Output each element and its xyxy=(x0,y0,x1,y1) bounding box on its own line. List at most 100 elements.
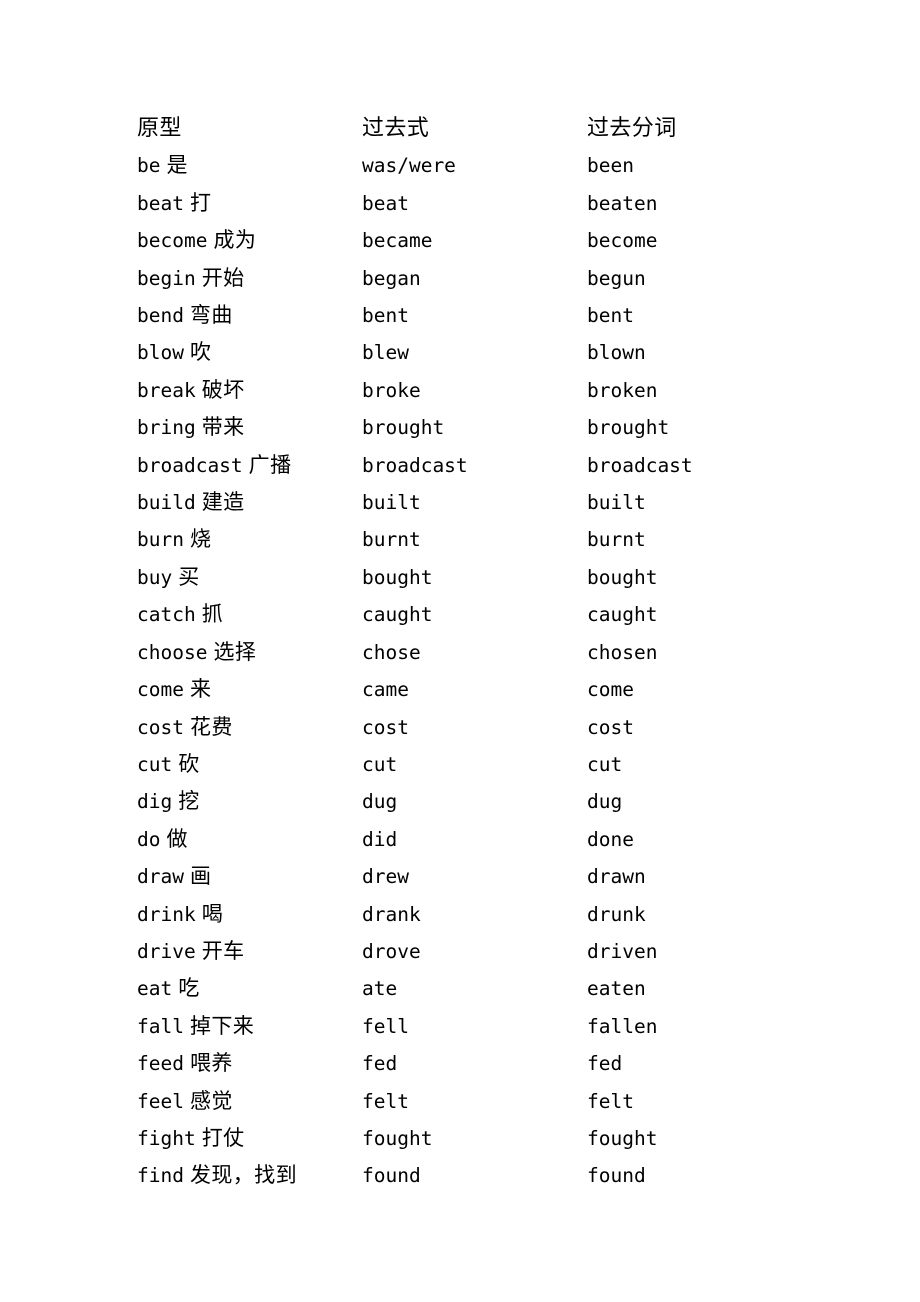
table-row: fight 打仗 fought fought xyxy=(137,1120,812,1157)
base-form-chinese: 开车 xyxy=(201,938,245,963)
past-tense-text: built xyxy=(362,491,421,515)
base-form-chinese: 是 xyxy=(166,153,188,178)
base-form-english: do xyxy=(137,827,161,851)
cell-past-tense: drank xyxy=(362,896,587,933)
table-row: buy 买 bought bought xyxy=(137,559,812,596)
table-row: fall 掉下来 fell fallen xyxy=(137,1008,812,1045)
past-tense-text: cut xyxy=(362,752,398,776)
cell-base-form: burn 烧 xyxy=(137,521,362,558)
past-participle-text: found xyxy=(587,1164,646,1188)
cell-past-participle: found xyxy=(587,1157,812,1194)
base-form-english: be xyxy=(137,154,161,178)
cell-past-participle: done xyxy=(587,821,812,858)
cell-past-participle: dug xyxy=(587,783,812,820)
cell-past-participle: cut xyxy=(587,746,812,783)
base-form-english: choose xyxy=(137,640,208,664)
past-tense-text: ate xyxy=(362,977,398,1001)
base-form-english: draw xyxy=(137,865,184,889)
table-row: become 成为 became become xyxy=(137,222,812,259)
base-form-english: fight xyxy=(137,1126,196,1150)
cell-base-form: feel 感觉 xyxy=(137,1083,362,1120)
table-row: cost 花费 cost cost xyxy=(137,709,812,746)
cell-past-participle: fallen xyxy=(587,1008,812,1045)
past-tense-text: drank xyxy=(362,902,421,926)
cell-past-tense: broadcast xyxy=(362,447,587,484)
cell-base-form: choose 选择 xyxy=(137,634,362,671)
cell-base-form: do 做 xyxy=(137,821,362,858)
cell-past-tense: caught xyxy=(362,596,587,633)
table-row: beat 打 beat beaten xyxy=(137,185,812,222)
irregular-verb-table: 原型 过去式 过去分词 be 是 was/were been beat 打 beat beat… xyxy=(137,111,812,1195)
cell-past-tense: chose xyxy=(362,634,587,671)
past-participle-text: caught xyxy=(587,603,658,627)
cell-base-form: drive 开车 xyxy=(137,933,362,970)
cell-past-participle: become xyxy=(587,222,812,259)
document-page: 原型 过去式 过去分词 be 是 was/were been beat 打 beat beat… xyxy=(0,0,920,1302)
past-tense-text: did xyxy=(362,827,398,851)
cell-past-participle: broadcast xyxy=(587,447,812,484)
past-tense-text: brought xyxy=(362,416,445,440)
past-tense-text: caught xyxy=(362,603,433,627)
cell-past-tense: bought xyxy=(362,559,587,596)
past-tense-text: broke xyxy=(362,378,421,402)
table-row: dig 挖 dug dug xyxy=(137,783,812,820)
base-form-chinese: 选择 xyxy=(213,639,257,664)
cell-past-participle: driven xyxy=(587,933,812,970)
base-form-chinese: 弯曲 xyxy=(189,303,233,328)
table-row: drink 喝 drank drunk xyxy=(137,896,812,933)
base-form-english: catch xyxy=(137,603,196,627)
base-form-english: find xyxy=(137,1164,184,1188)
cell-past-tense: cost xyxy=(362,709,587,746)
table-row: bring 带来 brought brought xyxy=(137,409,812,446)
cell-past-participle: felt xyxy=(587,1083,812,1120)
cell-base-form: build 建造 xyxy=(137,484,362,521)
cell-base-form: find 发现，找到 xyxy=(137,1157,362,1194)
past-tense-text: blew xyxy=(362,341,409,365)
cell-past-participle: bought xyxy=(587,559,812,596)
table-row: feel 感觉 felt felt xyxy=(137,1083,812,1120)
base-form-chinese: 打仗 xyxy=(201,1125,245,1150)
past-tense-text: fell xyxy=(362,1014,409,1038)
cell-past-tense: cut xyxy=(362,746,587,783)
table-row: draw 画 drew drawn xyxy=(137,858,812,895)
base-form-english: bend xyxy=(137,304,184,328)
cell-base-form: begin 开始 xyxy=(137,260,362,297)
base-form-english: become xyxy=(137,229,208,253)
past-participle-text: bought xyxy=(587,565,658,589)
cell-base-form: bring 带来 xyxy=(137,409,362,446)
cell-base-form: eat 吃 xyxy=(137,970,362,1007)
cell-past-participle: built xyxy=(587,484,812,521)
base-form-chinese: 烧 xyxy=(189,527,212,552)
past-tense-text: cost xyxy=(362,715,409,739)
cell-base-form: catch 抓 xyxy=(137,596,362,633)
cell-past-participle: beaten xyxy=(587,185,812,222)
past-participle-text: fought xyxy=(587,1126,658,1150)
base-form-english: fall xyxy=(137,1014,184,1038)
base-form-chinese: 来 xyxy=(189,677,212,702)
base-form-chinese: 挖 xyxy=(178,789,200,814)
base-form-english: burn xyxy=(137,528,184,552)
base-form-english: break xyxy=(137,378,196,402)
cell-past-tense: drew xyxy=(362,858,587,895)
cell-past-tense: built xyxy=(362,484,587,521)
past-participle-text: built xyxy=(587,491,646,515)
base-form-chinese: 花费 xyxy=(189,714,233,739)
past-participle-text: done xyxy=(587,827,634,851)
cell-past-participle: blown xyxy=(587,334,812,371)
past-participle-text: fallen xyxy=(587,1014,658,1038)
past-tense-text: chose xyxy=(362,640,421,664)
table-row: burn 烧 burnt burnt xyxy=(137,521,812,558)
cell-base-form: buy 买 xyxy=(137,559,362,596)
cell-past-tense: beat xyxy=(362,185,587,222)
table-row: bend 弯曲 bent bent xyxy=(137,297,812,334)
past-participle-text: cut xyxy=(587,752,623,776)
table-header-row: 原型 过去式 过去分词 xyxy=(137,111,812,147)
past-tense-text: came xyxy=(362,678,409,702)
table-row: do 做 did done xyxy=(137,821,812,858)
base-form-english: bring xyxy=(137,416,196,440)
base-form-chinese: 广播 xyxy=(248,452,292,477)
past-participle-text: burnt xyxy=(587,528,646,552)
cell-base-form: come 来 xyxy=(137,671,362,708)
base-form-english: come xyxy=(137,678,184,702)
base-form-english: broadcast xyxy=(137,453,243,477)
